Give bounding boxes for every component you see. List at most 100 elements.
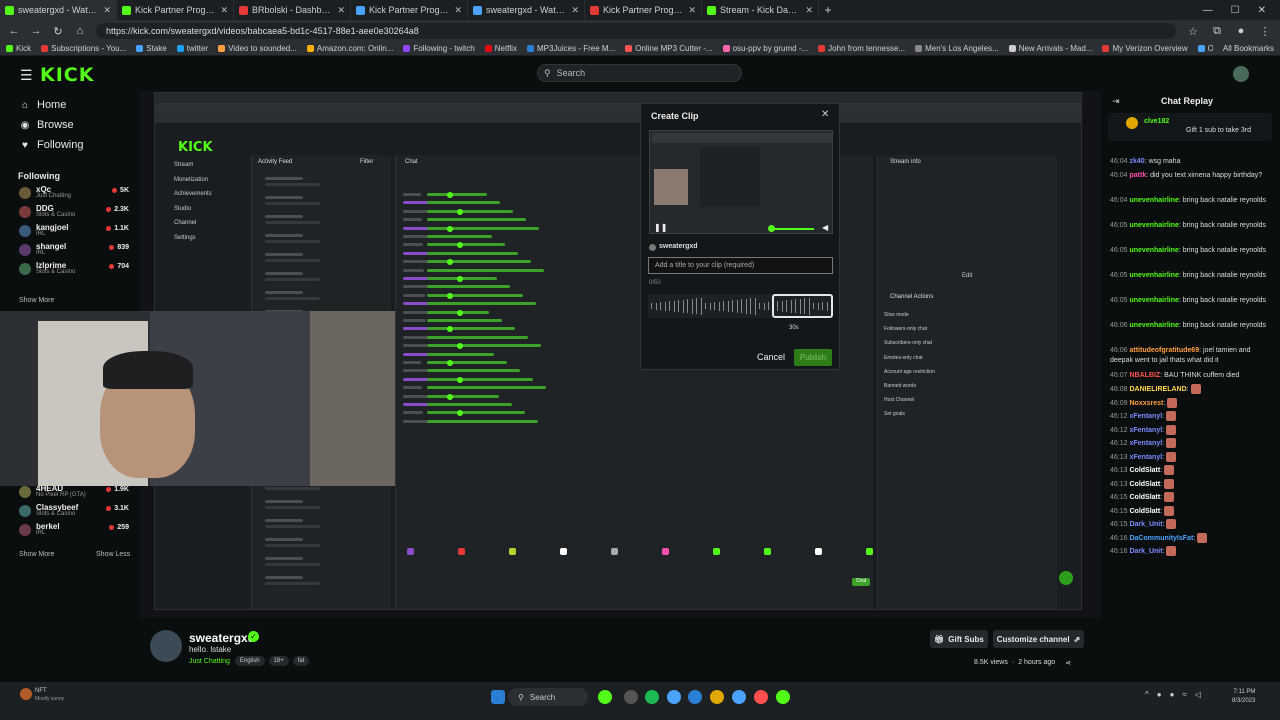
taskbar-search[interactable]: ⚲ Search [508, 688, 588, 706]
bookmark-item[interactable]: Following - twitch [403, 44, 475, 53]
bookmark-item[interactable]: Open On-dem car d... [1197, 44, 1213, 53]
hamburger-icon[interactable]: ☰ [20, 67, 33, 84]
bookmark-item[interactable]: twitter [176, 44, 208, 53]
clip-range-handle[interactable] [772, 294, 833, 318]
tab-close-icon[interactable]: ✕ [337, 5, 345, 16]
search-input[interactable]: ⚲ Search [537, 64, 742, 82]
tab-close-icon[interactable]: ✕ [571, 5, 579, 16]
bookmark-item[interactable]: MP3Juices - Free M... [526, 44, 615, 53]
publish-button[interactable]: Publish [794, 349, 832, 366]
share-icon[interactable]: ⋖ [1065, 659, 1071, 667]
speaker-icon[interactable]: ◁ [1195, 690, 1201, 699]
chat-username[interactable]: unevenhairline [1129, 272, 1178, 279]
taskbar-app-icon[interactable] [624, 690, 638, 704]
back-icon[interactable]: ← [8, 25, 20, 37]
chat-username[interactable]: pattk [1129, 172, 1146, 179]
clip-volume-knob[interactable] [768, 225, 775, 232]
edge-icon[interactable] [688, 690, 702, 704]
browser-tab[interactable]: sweatergxd - Watch the VOD ✕ [468, 0, 585, 20]
taskbar-app-icon[interactable] [598, 690, 612, 704]
chat-username[interactable]: ColdSlatt [1129, 507, 1160, 514]
cancel-button[interactable]: Cancel [757, 352, 785, 362]
chat-username[interactable]: xFentanyl [1129, 440, 1162, 447]
bookmark-item[interactable]: Netflix [484, 44, 517, 53]
stream-category[interactable]: Just Chatting [189, 658, 230, 665]
stream-tag[interactable]: fat [292, 656, 310, 666]
browser-tab[interactable]: sweatergxd - Watch the V... ✕ [0, 0, 117, 20]
chat-username[interactable]: DaCommunityIsFat [1129, 534, 1193, 541]
chat-username[interactable]: DANIELIRELAND [1129, 386, 1186, 393]
home-icon[interactable]: ⌂ [74, 25, 86, 37]
chat-username[interactable]: attitudeofgratitude69 [1129, 347, 1199, 354]
streamer-name[interactable]: sweatergxd [189, 631, 255, 645]
tab-close-icon[interactable]: ✕ [805, 5, 813, 16]
spotify-icon[interactable] [645, 690, 659, 704]
chat-username[interactable]: ColdSlatt [1129, 467, 1160, 474]
browser-tab[interactable]: Kick Partner Program - Kick Gu... ✕ [351, 0, 468, 20]
forward-icon[interactable]: → [30, 25, 42, 37]
chat-username[interactable]: Dark_Unit [1129, 521, 1162, 528]
followed-channel[interactable]: kangjoel IRL 1.1K [19, 223, 129, 239]
chat-username[interactable]: NBALBIZ [1129, 372, 1160, 379]
followed-channel[interactable]: lzlprime Slots & Casino 704 [19, 261, 129, 277]
followed-channel[interactable]: 4HEAD No Pixel RP (GTA) 1.9K [19, 484, 129, 500]
bookmark-item[interactable]: Subscriptions - You... [41, 44, 126, 53]
close-icon[interactable]: ✕ [821, 109, 829, 120]
all-bookmarks[interactable]: All Bookmarks [1223, 44, 1274, 53]
avatar[interactable] [1233, 66, 1249, 82]
browser-tab[interactable]: BRbolski - Dashboard ✕ [234, 0, 351, 20]
chat-username[interactable]: ColdSlatt [1129, 494, 1160, 501]
tray-app-icon[interactable]: ● [1157, 690, 1162, 699]
followed-channel[interactable]: shangel IRL 839 [19, 242, 129, 258]
app-icon[interactable] [754, 690, 768, 704]
chat-username[interactable]: unevenhairline [1129, 297, 1178, 304]
chat-username[interactable]: xFentanyl [1129, 453, 1162, 460]
customize-channel-button[interactable]: Customize channel ⇗ [993, 630, 1084, 648]
stream-tag[interactable]: English [234, 656, 265, 666]
chat-username[interactable]: xFentanyl [1129, 413, 1162, 420]
tray-app2-icon[interactable]: ● [1170, 690, 1175, 699]
chat-username[interactable]: Dark_Unit [1129, 548, 1162, 555]
tray-chevron-icon[interactable]: ^ [1145, 690, 1149, 699]
tab-close-icon[interactable]: ✕ [454, 5, 462, 16]
stream-tag[interactable]: 18+ [268, 656, 289, 666]
url-bar[interactable]: https://kick.com/sweatergxd/videos/babca… [96, 23, 1176, 39]
chat-username[interactable]: xFentanyl [1129, 426, 1162, 433]
chrome-icon[interactable] [776, 690, 790, 704]
bookmark-item[interactable]: Stake [136, 44, 167, 53]
chat-username[interactable]: unevenhairline [1129, 322, 1178, 329]
bookmark-item[interactable]: New Arrivals - Mad... [1008, 44, 1092, 53]
show-less-link[interactable]: Show Less [96, 551, 130, 558]
chat-username[interactable]: Noxxsrest [1129, 399, 1163, 406]
followed-channel[interactable]: xQc Just Chatting 5K [19, 185, 129, 201]
clock[interactable]: 7:11 PM 8/3/2023 [1232, 688, 1255, 706]
reload-icon[interactable]: ↻ [52, 25, 64, 38]
sidebar-item-following[interactable]: ♥ Following [20, 139, 83, 151]
sidebar-item-home[interactable]: ⌂ Home [20, 99, 66, 111]
browser-tab[interactable]: Stream - Kick Dashboard ✕ [702, 0, 819, 20]
clip-volume-bar[interactable] [770, 228, 814, 230]
pause-icon[interactable]: ❚❚ [654, 223, 667, 232]
show-more-link-2[interactable]: Show More [19, 551, 54, 558]
browser-tab[interactable]: Kick Partner Program - Kick Gu... ✕ [117, 0, 234, 20]
volume-icon[interactable]: ◀ [822, 223, 828, 232]
bookmark-item[interactable]: Amazon.com: Onlin... [306, 44, 393, 53]
tab-close-icon[interactable]: ✕ [103, 5, 111, 16]
bookmark-item[interactable]: Men's Los Angeles... [915, 44, 999, 53]
chat-username[interactable]: zk40 [1129, 158, 1144, 165]
followed-channel[interactable]: Classybeef Slots & Casino 3.1K [19, 503, 129, 519]
kick-logo[interactable]: KICK [40, 64, 94, 86]
bookmark-item[interactable]: Video to sounded... [218, 44, 297, 53]
sidebar-item-browse[interactable]: ◉ Browse [20, 119, 74, 131]
store-icon[interactable] [732, 690, 746, 704]
bookmark-item[interactable]: John from tennesse... [818, 44, 905, 53]
extensions-icon[interactable]: ⧉ [1210, 25, 1224, 38]
clip-preview[interactable]: ❚❚ ◀ [649, 130, 833, 234]
clip-title-input[interactable]: Add a title to your clip (required) [648, 257, 833, 274]
chat-username[interactable]: unevenhairline [1129, 222, 1178, 229]
chat-username[interactable]: unevenhairline [1129, 197, 1178, 204]
streamer-avatar[interactable] [150, 630, 182, 662]
tab-close-icon[interactable]: ✕ [220, 5, 228, 16]
chat-username[interactable]: ColdSlatt [1129, 480, 1160, 487]
chrome-icon[interactable] [667, 690, 681, 704]
